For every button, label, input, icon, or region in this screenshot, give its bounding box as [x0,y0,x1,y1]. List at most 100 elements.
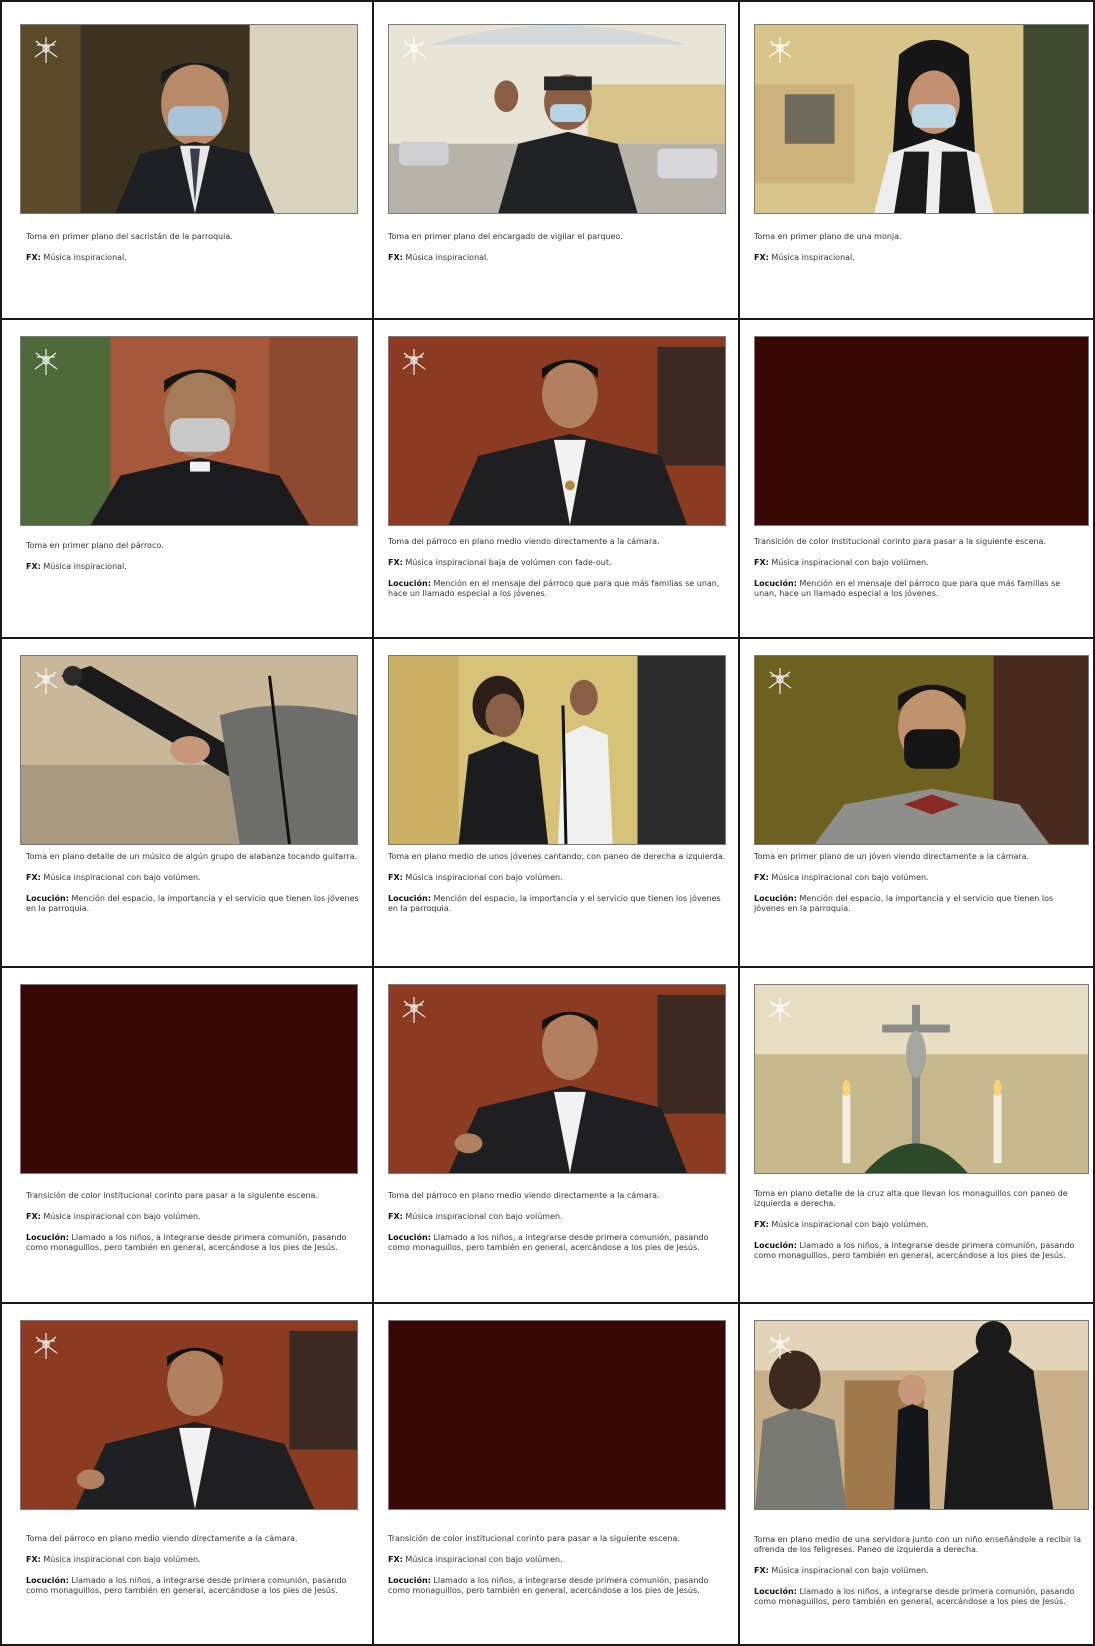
photo-parking-guard [389,25,725,213]
fx-label: FX: [388,1555,403,1564]
frame-description: Toma en primer plano del párroco. [26,541,164,550]
color-transition-frame [754,336,1089,526]
fx-text: Música inspiracional con bajo volúmen. [43,873,201,882]
photo-priest-closeup [21,337,357,525]
storyboard-cell: Transición de color institucional corint… [372,1302,738,1644]
fx-note: FX: Música inspiracional. [388,253,730,263]
fx-text: Música inspiracional baja de volúmen con… [405,558,612,567]
frame-description: Toma en primer plano del sacristán de la… [26,232,233,241]
voiceover-text: Llamado a los niños, a integrarse desde … [26,1233,347,1252]
frame-notes: Toma en plano detalle de un músico de al… [26,852,364,925]
fx-text: Música inspiracional con bajo volúmen. [405,1212,563,1221]
photo-guitarist [21,656,357,844]
frame-description: Transición de color institucional corint… [26,1191,318,1200]
voiceover-note: Locución: Llamado a los niños, a integra… [754,1241,1085,1261]
frame-notes: Toma en primer plano de una monja. FX: M… [754,232,1085,274]
voiceover-note: Locución: Llamado a los niños, a integra… [26,1576,364,1596]
storyboard-cell: Toma en primer plano de un jóven viendo … [738,637,1093,966]
video-frame-priest-medium [388,984,726,1174]
fx-label: FX: [26,562,41,571]
voiceover-text: Llamado a los niños, a integrarse desde … [754,1587,1075,1606]
fx-text: Música inspiracional. [43,562,127,571]
video-frame-server-and-child [754,1320,1089,1510]
fx-note: FX: Música inspiracional con bajo volúme… [26,1212,364,1222]
voiceover-text: Mención del espacio, la importancia y el… [26,894,359,913]
storyboard-grid: Toma en primer plano del sacristán de la… [0,0,1095,1646]
fx-label: FX: [26,1555,41,1564]
frame-notes: Toma del párroco en plano medio viendo d… [388,1191,730,1264]
voiceover-note: Locución: Mención en el mensaje del párr… [754,579,1085,599]
voiceover-text: Llamado a los niños, a integrarse desde … [388,1233,709,1252]
fx-label: FX: [388,558,403,567]
frame-notes: Toma en primer plano de un jóven viendo … [754,852,1085,925]
voiceover-label: Locución: [26,1233,69,1242]
fx-text: Música inspiracional con bajo volúmen. [43,1555,201,1564]
voiceover-label: Locución: [754,579,797,588]
parish-logo-icon [768,37,792,63]
fx-note: FX: Música inspiracional. [26,253,364,263]
parish-logo-icon [768,668,792,694]
frame-notes: Transición de color institucional corint… [26,1191,364,1264]
parish-logo-icon [402,997,426,1023]
video-frame-young-man [754,655,1089,845]
video-frame-guitarist [20,655,358,845]
frame-notes: Transición de color institucional corint… [388,1534,730,1607]
voiceover-label: Locución: [388,894,431,903]
fx-text: Música inspiracional con bajo volúmen. [405,1555,563,1564]
frame-notes: Toma del párroco en plano medio viendo d… [26,1534,364,1607]
voiceover-label: Locución: [754,894,797,903]
voiceover-label: Locución: [388,579,431,588]
frame-description: Toma en primer plano de un jóven viendo … [754,852,1030,861]
voiceover-text: Llamado a los niños, a integrarse desde … [388,1576,709,1595]
fx-text: Música inspiracional. [405,253,489,262]
photo-priest-medium [389,985,725,1173]
frame-notes: Toma en plano medio de unos jóvenes cant… [388,852,730,925]
fx-text: Música inspiracional con bajo volúmen. [405,873,563,882]
parish-logo-icon [34,37,58,63]
storyboard-cell: Toma del párroco en plano medio viendo d… [372,318,738,637]
frame-description: Toma del párroco en plano medio viendo d… [388,1191,660,1200]
voiceover-text: Llamado a los niños, a integrarse desde … [754,1241,1075,1260]
storyboard-cell: Toma en plano medio de unos jóvenes cant… [372,637,738,966]
frame-description: Toma del párroco en plano medio viendo d… [388,537,660,546]
voiceover-label: Locución: [754,1241,797,1250]
fx-label: FX: [388,873,403,882]
fx-note: FX: Música inspiracional con bajo volúme… [754,1220,1085,1230]
video-frame-priest-closeup [20,336,358,526]
frame-notes: Toma del párroco en plano medio viendo d… [388,537,730,610]
photo-priest-medium [21,1321,357,1509]
video-frame-singers [388,655,726,845]
fx-note: FX: Música inspiracional. [26,562,364,572]
fx-note: FX: Música inspiracional con bajo volúme… [754,873,1085,883]
fx-note: FX: Música inspiracional con bajo volúme… [754,558,1085,568]
fx-label: FX: [388,1212,403,1221]
fx-label: FX: [26,253,41,262]
video-frame-nun [754,24,1089,214]
frame-description: Toma en plano medio de unos jóvenes cant… [388,852,726,861]
fx-label: FX: [388,253,403,262]
voiceover-note: Locución: Mención del espacio, la import… [388,894,730,914]
video-frame-priest-medium [388,336,726,526]
voiceover-label: Locución: [26,894,69,903]
voiceover-text: Mención en el mensaje del párroco que pa… [388,579,720,598]
fx-label: FX: [754,1566,769,1575]
voiceover-note: Locución: Mención del espacio, la import… [26,894,364,914]
frame-notes: Transición de color institucional corint… [754,537,1085,610]
parish-logo-icon [34,668,58,694]
frame-description: Toma del párroco en plano medio viendo d… [26,1534,298,1543]
frame-notes: Toma en primer plano del sacristán de la… [26,232,364,274]
voiceover-label: Locución: [388,1233,431,1242]
parish-logo-icon [768,997,792,1023]
voiceover-note: Locución: Llamado a los niños, a integra… [388,1576,730,1596]
video-frame-priest-medium [20,1320,358,1510]
fx-text: Música inspiracional con bajo volúmen. [43,1212,201,1221]
frame-notes: Toma en plano detalle de la cruz alta qu… [754,1189,1085,1272]
voiceover-text: Mención en el mensaje del párroco que pa… [754,579,1061,598]
storyboard-cell: Toma en plano medio de una servidora jun… [738,1302,1093,1644]
parish-logo-icon [402,349,426,375]
photo-processional-cross [755,985,1088,1173]
voiceover-note: Locución: Llamado a los niños, a integra… [754,1587,1085,1607]
fx-note: FX: Música inspiracional con bajo volúme… [388,873,730,883]
fx-note: FX: Música inspiracional baja de volúmen… [388,558,730,568]
voiceover-label: Locución: [388,1576,431,1585]
